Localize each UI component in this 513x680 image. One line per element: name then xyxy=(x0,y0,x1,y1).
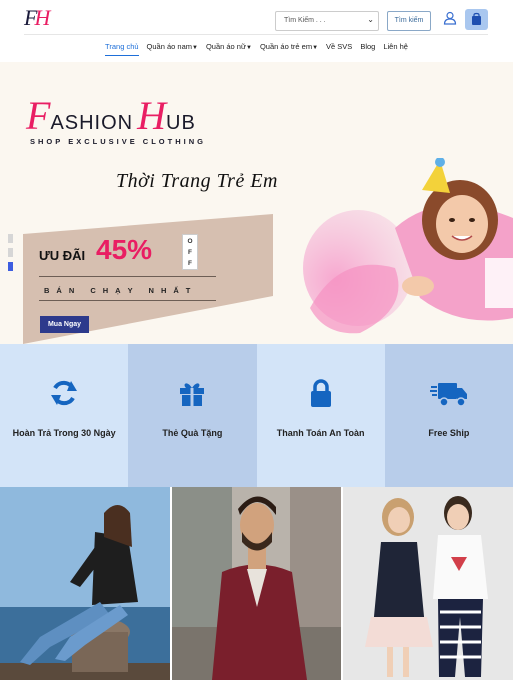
nav-contact[interactable]: Liên hệ xyxy=(383,42,408,56)
gift-icon xyxy=(180,383,205,406)
feature-text: Hoàn Trả Trong 30 Ngày xyxy=(12,428,116,438)
user-icon[interactable] xyxy=(443,11,457,25)
woman-leather-jacket-photo[interactable] xyxy=(0,487,170,680)
promo-banner: ƯU ĐÃI 45% O F F BÁN CHẠY NHẤT Mua Ngay xyxy=(23,214,273,344)
photo-illustration xyxy=(0,487,170,680)
chevron-down-icon: ⌄ xyxy=(367,15,374,24)
photo-illustration xyxy=(343,487,513,680)
search-button[interactable]: Tìm kiếm xyxy=(387,11,431,31)
hero-brand-tagline: SHOP EXCLUSIVE CLOTHING xyxy=(30,137,206,146)
feature-returns: Hoàn Trả Trong 30 Ngày xyxy=(0,344,129,487)
category-gallery xyxy=(0,487,513,680)
promo-percent: 45% xyxy=(96,234,153,265)
best-seller-label: BÁN CHẠY NHẤT xyxy=(44,286,198,295)
nav-home[interactable]: Trang chủ xyxy=(105,42,139,56)
promo-divider xyxy=(39,276,216,277)
search-placeholder: Tìm Kiếm . . . xyxy=(284,17,326,24)
photo-illustration xyxy=(172,487,341,680)
hero-carousel: FASHION HUB SHOP EXCLUSIVE CLOTHING Thời… xyxy=(0,62,513,344)
lock-icon xyxy=(310,379,331,407)
search-category-select[interactable]: Tìm Kiếm . . . ⌄ xyxy=(275,11,379,31)
features-strip: Hoàn Trả Trong 30 Ngày Thẻ Quà Tặng Than… xyxy=(0,344,513,487)
hero-brand: FASHION HUB xyxy=(26,93,196,138)
nav-kids[interactable]: Quần áo trẻ em▼ xyxy=(260,42,318,56)
feature-gift-card: Thẻ Quà Tặng xyxy=(128,344,257,487)
carousel-indicator[interactable] xyxy=(8,248,13,257)
feature-text: Free Ship xyxy=(428,428,470,438)
carousel-indicator[interactable] xyxy=(8,234,13,243)
caret-down-icon: ▼ xyxy=(312,45,319,51)
main-nav: Trang chủ Quần áo nam▼ Quần áo nữ▼ Quần … xyxy=(0,42,513,56)
feature-text: Thanh Toán An Toàn xyxy=(276,428,365,438)
promo-divider xyxy=(39,300,216,301)
cart-button[interactable] xyxy=(465,9,488,30)
nav-blog[interactable]: Blog xyxy=(360,42,375,56)
buy-now-button[interactable]: Mua Ngay xyxy=(40,316,89,333)
feature-free-ship: Free Ship xyxy=(384,344,513,487)
nav-about[interactable]: Về SVS xyxy=(326,42,352,56)
carousel-indicator-active[interactable] xyxy=(8,262,13,271)
shipping-truck-icon xyxy=(429,383,467,407)
site-header: FH Tìm Kiếm . . . ⌄ Tìm kiếm Trang chủ Q… xyxy=(0,0,513,62)
caret-down-icon: ▼ xyxy=(246,45,252,51)
nav-women[interactable]: Quần áo nữ▼ xyxy=(206,42,252,56)
kids-fashion-photo[interactable] xyxy=(343,487,513,680)
feature-text: Thẻ Quà Tặng xyxy=(162,428,223,438)
promo-label: ƯU ĐÃI xyxy=(39,248,86,263)
site-logo[interactable]: FH xyxy=(24,7,50,29)
feature-secure-payment: Thanh Toán An Toàn xyxy=(256,344,385,487)
hero-girl-image xyxy=(303,158,513,334)
caret-down-icon: ▼ xyxy=(192,45,198,51)
nav-men[interactable]: Quần áo nam▼ xyxy=(147,42,198,56)
refresh-icon xyxy=(51,380,78,406)
header-divider xyxy=(24,34,488,35)
shopping-bag-icon xyxy=(472,12,481,25)
hero-title: Thời Trang Trẻ Em xyxy=(116,170,278,192)
man-burgundy-jacket-photo[interactable] xyxy=(172,487,341,680)
carousel-indicators xyxy=(8,234,13,276)
off-badge: O F F xyxy=(182,234,198,270)
